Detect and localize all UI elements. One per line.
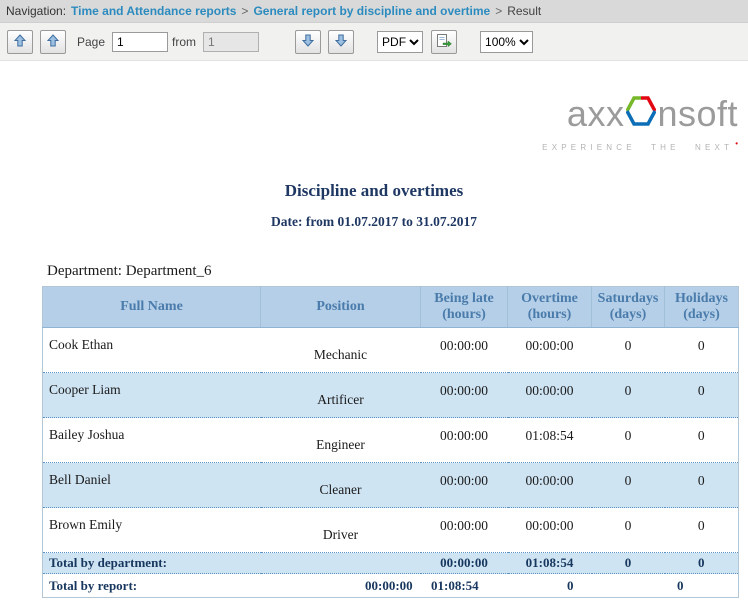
header-saturdays: Saturdays (days) bbox=[592, 287, 665, 328]
breadcrumb-prefix: Navigation: bbox=[6, 4, 66, 18]
table-row: Bailey Joshua Engineer 00:00:00 01:08:54… bbox=[43, 418, 739, 463]
cell-saturdays: 0 bbox=[592, 463, 665, 508]
arrow-up-icon bbox=[47, 34, 59, 50]
header-overtime: Overtime (hours) bbox=[508, 287, 592, 328]
total-pages-input bbox=[203, 32, 259, 52]
cell-overtime: 01:08:54 bbox=[508, 418, 592, 463]
cell-position: Driver bbox=[261, 508, 421, 553]
breadcrumb-separator: > bbox=[241, 4, 248, 18]
cell-being-late: 00:00:00 bbox=[421, 418, 508, 463]
cell-full-name: Brown Emily bbox=[43, 508, 261, 553]
report-page: axx nsoft EXPERIENCE THE NEXT• Disciplin… bbox=[0, 61, 748, 613]
next-page-button[interactable] bbox=[295, 30, 321, 54]
total-report-being-late: 00:00:00 bbox=[365, 578, 413, 594]
logo-text-right: nsoft bbox=[657, 96, 738, 132]
table-row: Cook Ethan Mechanic 00:00:00 00:00:00 0 … bbox=[43, 328, 739, 373]
header-holidays: Holidays (days) bbox=[665, 287, 739, 328]
table-row: Bell Daniel Cleaner 00:00:00 00:00:00 0 … bbox=[43, 463, 739, 508]
breadcrumb-link-time-attendance-reports[interactable]: Time and Attendance reports bbox=[71, 4, 236, 18]
total-report-overtime: 01:08:54 bbox=[431, 578, 479, 594]
logo-text-left: axx bbox=[567, 96, 625, 132]
logo-tagline-dot: • bbox=[735, 139, 738, 148]
cell-holidays: 0 bbox=[665, 373, 739, 418]
cell-position: Artificer bbox=[261, 373, 421, 418]
prev-page-button[interactable] bbox=[40, 30, 66, 54]
department-label: Department: Department_6 bbox=[47, 263, 748, 280]
total-department-overtime: 01:08:54 bbox=[508, 553, 592, 574]
cell-overtime: 00:00:00 bbox=[508, 508, 592, 553]
breadcrumb-current: Result bbox=[507, 4, 541, 18]
total-department-holidays: 0 bbox=[665, 553, 739, 574]
report-table: Full Name Position Being late (hours) Ov… bbox=[42, 286, 739, 598]
cell-full-name: Cook Ethan bbox=[43, 328, 261, 373]
cell-full-name: Cooper Liam bbox=[43, 373, 261, 418]
cell-holidays: 0 bbox=[665, 328, 739, 373]
logo-tagline-text: EXPERIENCE THE NEXT bbox=[542, 143, 733, 152]
arrow-down-icon bbox=[335, 34, 347, 50]
from-label: from bbox=[172, 35, 196, 49]
cell-holidays: 0 bbox=[665, 418, 739, 463]
cell-overtime: 00:00:00 bbox=[508, 373, 592, 418]
cell-being-late: 00:00:00 bbox=[421, 328, 508, 373]
header-position: Position bbox=[261, 287, 421, 328]
total-department-being-late: 00:00:00 bbox=[421, 553, 508, 574]
arrow-down-icon bbox=[302, 34, 314, 50]
axxonsoft-logo-text: axx nsoft bbox=[542, 95, 738, 133]
total-report-holidays: 0 bbox=[677, 578, 684, 594]
cell-overtime: 00:00:00 bbox=[508, 328, 592, 373]
breadcrumb-separator: > bbox=[495, 4, 502, 18]
arrow-up-icon bbox=[14, 34, 26, 50]
cell-holidays: 0 bbox=[665, 463, 739, 508]
zoom-select[interactable]: 100% bbox=[480, 31, 533, 53]
cell-position: Engineer bbox=[261, 418, 421, 463]
logo-hexagon-icon bbox=[626, 95, 656, 133]
total-report-label: Total by report: bbox=[49, 578, 137, 594]
breadcrumb-link-general-report[interactable]: General report by discipline and overtim… bbox=[253, 4, 490, 18]
breadcrumb: Navigation: Time and Attendance reports … bbox=[0, 0, 748, 23]
report-toolbar: Page from PDF 100% bbox=[0, 23, 748, 61]
export-format-select[interactable]: PDF bbox=[377, 31, 423, 53]
cell-being-late: 00:00:00 bbox=[421, 373, 508, 418]
cell-full-name: Bell Daniel bbox=[43, 463, 261, 508]
cell-saturdays: 0 bbox=[592, 418, 665, 463]
table-row: Brown Emily Driver 00:00:00 00:00:00 0 0 bbox=[43, 508, 739, 553]
total-department-saturdays: 0 bbox=[592, 553, 665, 574]
total-report-saturdays: 0 bbox=[567, 578, 574, 594]
report-date-range: Date: from 01.07.2017 to 31.07.2017 bbox=[0, 214, 748, 230]
export-icon bbox=[436, 33, 452, 51]
cell-holidays: 0 bbox=[665, 508, 739, 553]
cell-saturdays: 0 bbox=[592, 328, 665, 373]
axxonsoft-logo: axx nsoft EXPERIENCE THE NEXT• bbox=[542, 95, 738, 152]
cell-being-late: 00:00:00 bbox=[421, 463, 508, 508]
cell-position: Mechanic bbox=[261, 328, 421, 373]
table-header-row: Full Name Position Being late (hours) Ov… bbox=[43, 287, 739, 328]
cell-position: Cleaner bbox=[261, 463, 421, 508]
cell-saturdays: 0 bbox=[592, 373, 665, 418]
page-number-input[interactable] bbox=[112, 32, 168, 52]
page-label: Page bbox=[77, 35, 105, 49]
cell-full-name: Bailey Joshua bbox=[43, 418, 261, 463]
cell-overtime: 00:00:00 bbox=[508, 463, 592, 508]
cell-being-late: 00:00:00 bbox=[421, 508, 508, 553]
last-page-button[interactable] bbox=[328, 30, 354, 54]
header-being-late: Being late (hours) bbox=[421, 287, 508, 328]
total-by-report-row: Total by report: 00:00:00 01:08:54 0 0 bbox=[43, 574, 739, 598]
cell-saturdays: 0 bbox=[592, 508, 665, 553]
logo-tagline: EXPERIENCE THE NEXT• bbox=[542, 139, 738, 152]
table-row: Cooper Liam Artificer 00:00:00 00:00:00 … bbox=[43, 373, 739, 418]
export-button[interactable] bbox=[431, 30, 457, 54]
total-department-label: Total by department: bbox=[43, 553, 421, 574]
header-full-name: Full Name bbox=[43, 287, 261, 328]
total-by-department-row: Total by department: 00:00:00 01:08:54 0… bbox=[43, 553, 739, 574]
first-page-button[interactable] bbox=[7, 30, 33, 54]
